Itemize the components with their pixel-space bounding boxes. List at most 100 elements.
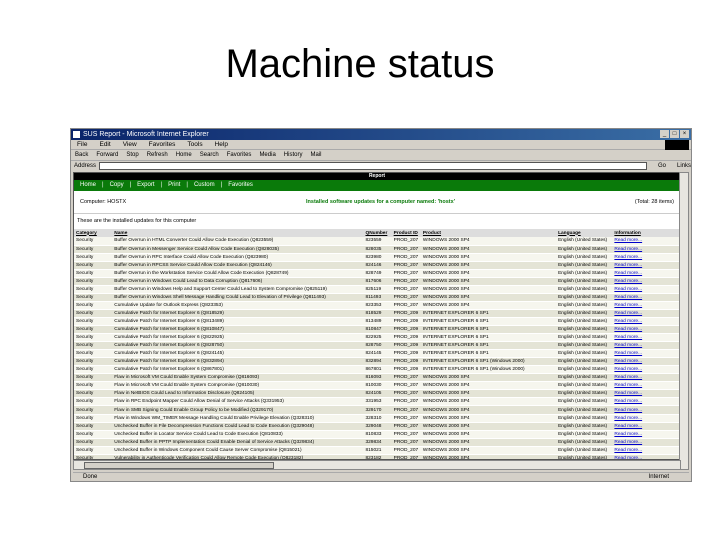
information-link[interactable]: Read more... [612,309,680,318]
vertical-scrollbar[interactable] [679,172,689,470]
information-link[interactable]: Read more... [612,414,680,423]
table-cell: Buffer Overrun in HTML Converter Could A… [112,237,364,246]
table-cell: English (United States) [556,405,613,415]
information-link[interactable]: Read more... [612,381,680,391]
table-cell: 824145 [363,349,392,359]
report-note: These are the installed updates for this… [77,218,197,224]
information-link[interactable]: Read more... [612,341,680,351]
toolbar-media-button[interactable]: Media [259,150,275,160]
table-cell: WINDOWS 2000 SP4 [420,373,557,383]
nav-custom-link[interactable]: Custom [194,180,215,191]
table-cell: Security [74,389,113,399]
information-link[interactable]: Read more... [612,285,680,294]
column-header-4[interactable]: Product [420,229,557,237]
table-cell: Flaw in Microsoft VM Could Enable System… [112,381,364,391]
table-cell: English (United States) [556,357,613,367]
table-cell: Flaw in NetBIOS Could Lead to Informatio… [112,389,364,399]
nav-export-link[interactable]: Export [137,180,154,191]
table-cell: English (United States) [556,253,613,262]
table-cell: Security [74,357,113,367]
table-cell: PROD_207 [391,397,421,407]
information-link[interactable]: Read more... [612,405,680,415]
table-cell: 822925 [363,333,392,343]
information-link[interactable]: Read more... [612,373,680,383]
information-link[interactable]: Read more... [612,293,680,302]
column-header-3[interactable]: Product ID [391,229,421,237]
links-button[interactable]: Links [677,163,691,169]
information-link[interactable]: Read more... [612,333,680,343]
nav-favorites-link[interactable]: Favorites [228,180,253,191]
nav-home-link[interactable]: Home [80,180,96,191]
table-cell: Security [74,438,113,447]
toolbar-forward-button[interactable]: Forward [96,150,118,160]
toolbar-search-button[interactable]: Search [200,150,219,160]
toolbar-history-button[interactable]: History [284,150,303,160]
information-link[interactable]: Read more... [612,446,680,455]
scroll-thumb[interactable] [84,462,274,469]
information-link[interactable]: Read more... [612,349,680,359]
page-content: Report Home | Copy | Export | Print | Custom | Fav… [73,172,681,460]
close-button[interactable]: × [680,130,689,138]
table-cell: English (United States) [556,341,613,351]
go-button[interactable]: Go [650,163,674,169]
table-cell: 811493 [363,293,392,302]
column-header-2[interactable]: QNumber [363,229,392,237]
toolbar-favorites-button[interactable]: Favorites [227,150,252,160]
table-cell: English (United States) [556,381,613,391]
information-link[interactable]: Read more... [612,237,680,246]
toolbar-stop-button[interactable]: Stop [126,150,138,160]
nav-copy-link[interactable]: Copy [110,180,124,191]
column-header-5[interactable]: Language [556,229,613,237]
horizontal-scrollbar[interactable] [73,460,681,470]
table-row: Security Buffer Overrun in HTML Converter… [74,237,680,246]
table-cell: Security [74,261,113,270]
information-link[interactable]: Read more... [612,422,680,431]
menu-help[interactable]: Help [215,140,228,149]
information-link[interactable]: Read more... [612,269,680,278]
column-header-0[interactable]: Category [74,229,113,237]
table-cell: Security [74,269,113,278]
address-input[interactable] [99,162,647,170]
toolbar-refresh-button[interactable]: Refresh [147,150,168,160]
toolbar-home-button[interactable]: Home [176,150,192,160]
table-cell: 816093 [363,373,392,383]
menu-edit[interactable]: Edit [99,140,110,149]
information-link[interactable]: Read more... [612,438,680,447]
information-link[interactable]: Read more... [612,357,680,367]
table-cell: INTERNET EXPLORER 6 SP1 (Windows 2000) [420,365,557,375]
menu-view[interactable]: View [123,140,137,149]
table-cell: Cumulative Update for Outlook Express (Q… [112,301,364,310]
address-label: Address [74,163,97,169]
table-row: Security Cumulative Patch for Internet Ex… [74,317,680,327]
column-header-1[interactable]: Name [112,229,364,237]
information-link[interactable]: Read more... [612,253,680,262]
information-link[interactable]: Read more... [612,365,680,375]
table-cell: 331953 [363,397,392,407]
table-cell: 832894 [363,357,392,367]
information-link[interactable]: Read more... [612,301,680,310]
toolbar-mail-button[interactable]: Mail [310,150,321,160]
table-cell: WINDOWS 2000 SP4 [420,397,557,407]
information-link[interactable]: Read more... [612,277,680,286]
minimize-button[interactable]: _ [660,130,669,138]
information-link[interactable]: Read more... [612,317,680,327]
table-cell: 828035 [363,245,392,254]
maximize-button[interactable]: □ [670,130,679,138]
menu-tools[interactable]: Tools [187,140,202,149]
table-cell: PROD_207 [391,237,421,246]
nav-print-link[interactable]: Print [168,180,180,191]
menu-file[interactable]: File [77,140,87,149]
column-header-6[interactable]: Information [612,229,680,237]
table-cell: 328310 [363,414,392,423]
information-link[interactable]: Read more... [612,261,680,270]
information-link[interactable]: Read more... [612,245,680,254]
toolbar-back-button[interactable]: Back [75,150,88,160]
information-link[interactable]: Read more... [612,325,680,335]
table-cell: WINDOWS 2000 SP4 [420,422,557,431]
menu-favorites[interactable]: Favorites [149,140,176,149]
information-link[interactable]: Read more... [612,389,680,399]
table-cell: English (United States) [556,317,613,327]
table-cell: PROD_207 [391,405,421,415]
information-link[interactable]: Read more... [612,430,680,439]
information-link[interactable]: Read more... [612,397,680,407]
